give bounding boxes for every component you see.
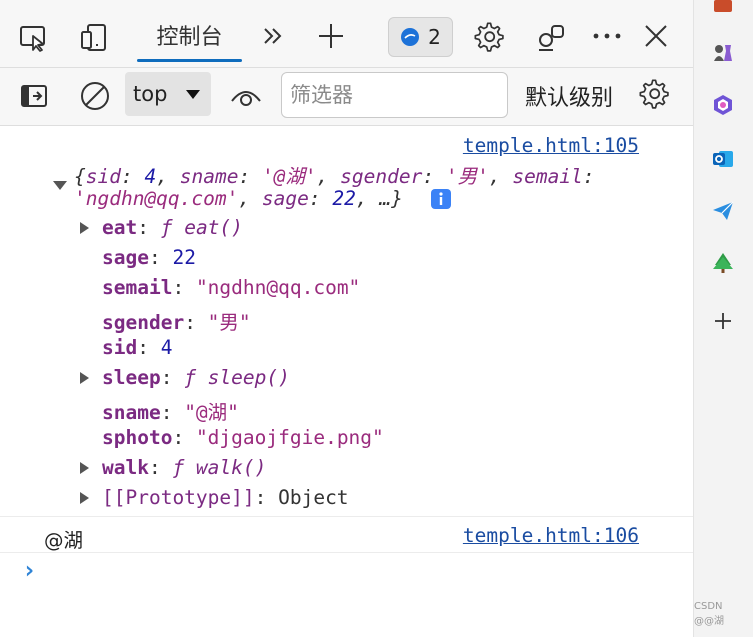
info-icon[interactable] <box>431 189 451 209</box>
watermark: CSDN @@湖 <box>694 601 724 627</box>
log-separator <box>0 552 693 553</box>
log-message: @湖 <box>44 529 84 552</box>
context-selector[interactable]: top <box>125 72 211 116</box>
more-options-icon[interactable] <box>590 22 624 50</box>
devtools-panel: 控制台 2 top 筛选器 默认级别 temple.html:105 {sid:… <box>0 0 693 637</box>
expand-arrow-icon[interactable] <box>80 462 89 474</box>
expand-arrow-icon[interactable] <box>80 492 89 504</box>
message-icon <box>401 28 420 46</box>
property-row[interactable]: [[Prototype]]: Object <box>102 486 349 509</box>
tree-icon[interactable] <box>710 250 736 276</box>
issues-button[interactable]: 2 <box>388 17 453 57</box>
object-preview-line2[interactable]: 'ngdhn@qq.com', sage: 22, …} <box>74 187 403 210</box>
property-row[interactable]: walk: ƒ walk() <box>102 456 266 479</box>
source-link-106[interactable]: temple.html:106 <box>463 524 639 547</box>
sidebar-toggle-icon[interactable] <box>18 80 50 112</box>
property-row[interactable]: eat: ƒ eat() <box>102 216 243 239</box>
property-row: semail: "ngdhn@qq.com" <box>102 276 361 299</box>
context-value: top <box>133 82 168 106</box>
console-settings-gear-icon[interactable] <box>638 77 672 111</box>
filter-input[interactable] <box>281 72 508 118</box>
add-tab-icon[interactable] <box>315 20 347 52</box>
device-emulation-icon[interactable] <box>78 22 110 54</box>
property-row: sname: "@湖" <box>102 401 239 424</box>
issues-count: 2 <box>428 25 441 49</box>
games-chess-icon[interactable] <box>710 40 736 66</box>
collapse-arrow-icon[interactable] <box>53 181 67 190</box>
property-row: sid: 4 <box>102 336 173 359</box>
property-row: sgender: "男" <box>102 311 251 334</box>
expand-arrow-icon[interactable] <box>80 222 89 234</box>
more-tabs-icon[interactable] <box>259 22 287 50</box>
add-app-icon[interactable] <box>710 308 736 334</box>
outlook-icon[interactable] <box>710 146 736 172</box>
chevron-down-icon <box>186 90 200 99</box>
live-expression-eye-icon[interactable] <box>229 82 263 110</box>
active-tab-indicator <box>137 59 242 62</box>
send-telegram-icon[interactable] <box>710 198 736 224</box>
copilot-icon[interactable] <box>710 92 736 118</box>
property-row: sage: 22 <box>102 246 196 269</box>
log-separator <box>0 516 693 517</box>
toolbox-icon[interactable] <box>710 0 736 18</box>
source-link-105[interactable]: temple.html:105 <box>463 134 639 157</box>
property-row[interactable]: sleep: ƒ sleep() <box>102 366 290 389</box>
log-level-dropdown[interactable]: 默认级别 <box>525 80 613 112</box>
devtools-toolbar: 控制台 2 <box>0 0 693 68</box>
console-output: temple.html:105 {sid: 4, sname: '@湖', sg… <box>0 126 693 637</box>
inspect-element-icon[interactable] <box>17 22 49 54</box>
clear-console-icon[interactable] <box>78 79 112 113</box>
expand-arrow-icon[interactable] <box>80 372 89 384</box>
property-row: sphoto: "djgaojfgie.png" <box>102 426 384 449</box>
console-prompt-chevron-icon[interactable]: › <box>22 556 36 584</box>
close-icon[interactable] <box>640 20 672 52</box>
customize-icon[interactable] <box>534 20 568 54</box>
object-preview-line1[interactable]: {sid: 4, sname: '@湖', sgender: '男', sema… <box>74 160 595 189</box>
tab-console[interactable]: 控制台 <box>137 10 242 60</box>
settings-gear-icon[interactable] <box>473 20 507 54</box>
browser-sidebar: CSDN @@湖 <box>693 0 753 637</box>
